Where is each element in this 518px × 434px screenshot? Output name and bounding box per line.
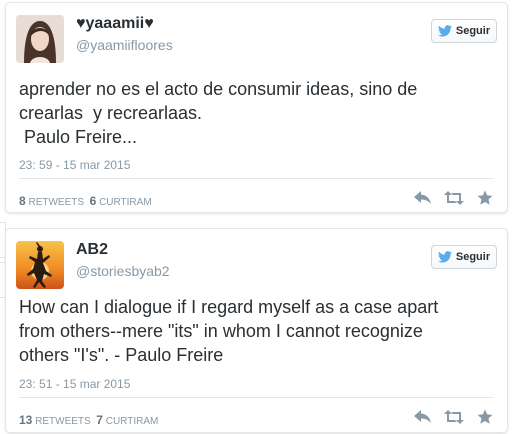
tweet-stats: 13 RETWEETS 7 CURTIRAM xyxy=(19,413,158,427)
divider xyxy=(19,178,494,179)
tweet-feed: ♥yaaamii♥ @yaamiifloores Seguir aprender… xyxy=(0,0,518,434)
tweet-card: ♥yaaamii♥ @yaamiifloores Seguir aprender… xyxy=(5,2,508,213)
display-name[interactable]: ♥yaaamii♥ xyxy=(76,15,154,33)
follow-button[interactable]: Seguir xyxy=(431,19,497,43)
star-icon[interactable] xyxy=(475,408,495,426)
user-handle[interactable]: @yaamiifloores xyxy=(76,37,173,53)
tweet-text: How can I dialogue if I regard myself as… xyxy=(19,297,439,365)
display-name[interactable]: AB2 xyxy=(76,241,108,259)
avatar[interactable] xyxy=(16,241,64,289)
retweet-icon[interactable] xyxy=(444,189,464,207)
tweet-actions xyxy=(413,408,495,426)
likes-label[interactable]: CURTIRAM xyxy=(106,416,159,427)
user-handle[interactable]: @storiesbyab2 xyxy=(76,263,170,279)
divider xyxy=(19,397,494,398)
tweet-actions xyxy=(413,189,495,207)
retweets-label[interactable]: RETWEETS xyxy=(28,197,84,208)
reply-icon[interactable] xyxy=(413,189,433,207)
likes-label[interactable]: CURTIRAM xyxy=(99,197,152,208)
twitter-bird-icon xyxy=(437,25,452,37)
star-icon[interactable] xyxy=(475,189,495,207)
retweets-count[interactable]: 13 xyxy=(19,413,32,427)
tweet-text: aprender no es el acto de consumir ideas… xyxy=(19,79,418,147)
retweets-label[interactable]: RETWEETS xyxy=(35,416,91,427)
follow-label: Seguir xyxy=(455,251,491,263)
likes-count[interactable]: 6 xyxy=(90,194,97,208)
reply-icon[interactable] xyxy=(413,408,433,426)
tweet-card: AB2 @storiesbyab2 Seguir How can I dialo… xyxy=(5,228,508,433)
tweet-stats: 8 RETWEETS 6 CURTIRAM xyxy=(19,194,152,208)
twitter-bird-icon xyxy=(437,251,452,263)
tweet-timestamp[interactable]: 23: 51 - 15 mar 2015 xyxy=(19,377,130,391)
avatar[interactable] xyxy=(16,15,64,63)
follow-button[interactable]: Seguir xyxy=(431,245,497,269)
retweets-count[interactable]: 8 xyxy=(19,194,26,208)
follow-label: Seguir xyxy=(455,25,491,37)
tweet-timestamp[interactable]: 23: 59 - 15 mar 2015 xyxy=(19,158,130,172)
likes-count[interactable]: 7 xyxy=(96,413,103,427)
retweet-icon[interactable] xyxy=(444,408,464,426)
